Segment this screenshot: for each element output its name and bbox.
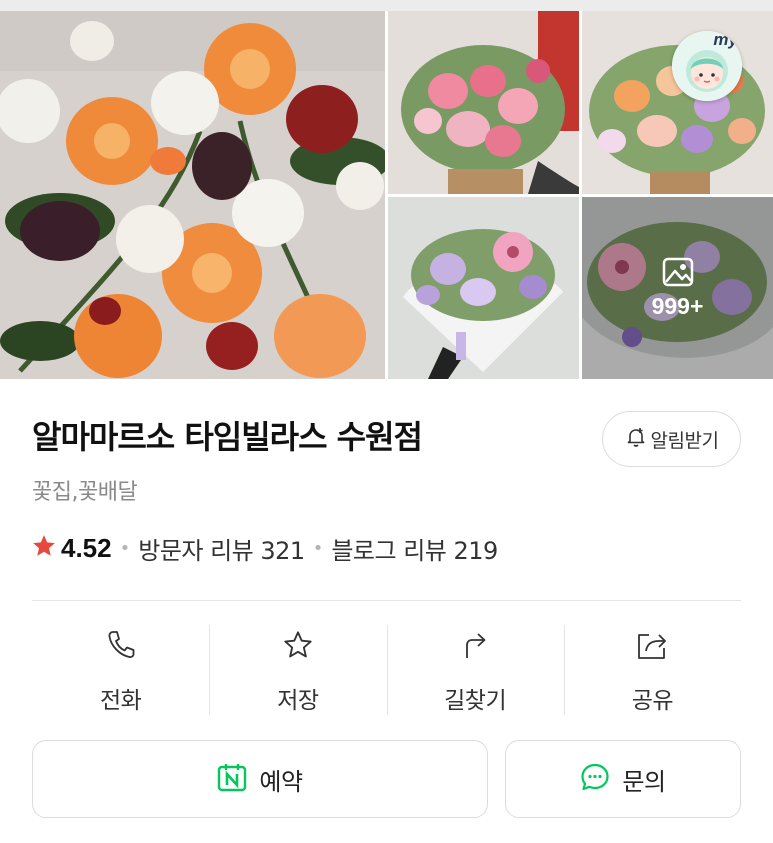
more-photos-overlay: 999+ bbox=[582, 197, 773, 379]
rating-value: 4.52 bbox=[61, 532, 112, 563]
flower-photo-image bbox=[0, 11, 385, 379]
directions-label: 길찾기 bbox=[444, 688, 507, 714]
star-icon bbox=[31, 533, 57, 563]
phone-icon bbox=[106, 629, 136, 665]
separator-dot: • bbox=[312, 537, 324, 559]
image-icon bbox=[662, 257, 694, 287]
more-photos-thumbnail[interactable]: 999+ bbox=[582, 197, 773, 379]
photo-count: 999+ bbox=[651, 292, 704, 319]
place-title: 알마마르소 타임빌라스 수원점 bbox=[32, 418, 423, 456]
directions-icon bbox=[460, 629, 490, 665]
my-label: my bbox=[713, 31, 738, 49]
main-photo[interactable] bbox=[0, 11, 385, 379]
action-bar: 전화 저장 길찾기 공유 bbox=[32, 625, 741, 715]
call-label: 전화 bbox=[99, 688, 142, 714]
photo-gallery: 999+ my bbox=[0, 11, 773, 379]
chat-bubble-icon bbox=[580, 762, 610, 796]
flower-photo-image bbox=[388, 197, 579, 379]
directions-button[interactable]: 길찾기 bbox=[386, 625, 564, 715]
photo-thumbnail[interactable] bbox=[388, 11, 579, 194]
save-label: 저장 bbox=[277, 688, 319, 714]
place-category: 꽃집,꽃배달 bbox=[32, 480, 138, 505]
blog-reviews-link[interactable]: 블로그 리뷰 219 bbox=[331, 531, 498, 566]
photo-thumbnail[interactable] bbox=[582, 11, 773, 194]
share-button[interactable]: 공유 bbox=[563, 625, 741, 715]
flower-photo-image bbox=[582, 11, 773, 194]
reserve-button[interactable]: 예약 bbox=[32, 740, 488, 818]
reserve-label: 예약 bbox=[259, 767, 303, 796]
notify-button[interactable]: 알림받기 bbox=[602, 411, 741, 467]
naver-booking-icon bbox=[217, 762, 247, 796]
save-button[interactable]: 저장 bbox=[209, 625, 386, 715]
call-button[interactable]: 전화 bbox=[32, 625, 209, 715]
inquiry-button[interactable]: 문의 bbox=[505, 740, 741, 818]
review-stats: 4.52 • 방문자 리뷰 321 • 블로그 리뷰 219 bbox=[31, 530, 498, 566]
separator-dot: • bbox=[119, 537, 131, 559]
star-outline-icon bbox=[281, 629, 315, 665]
flower-photo-image bbox=[388, 11, 579, 194]
notify-label: 알림받기 bbox=[650, 429, 719, 452]
my-profile-badge[interactable]: my bbox=[672, 31, 742, 101]
inquiry-label: 문의 bbox=[622, 767, 666, 796]
bell-plus-icon bbox=[625, 426, 647, 452]
top-bar bbox=[0, 0, 773, 11]
photo-thumbnail[interactable] bbox=[388, 197, 579, 379]
visitor-reviews-link[interactable]: 방문자 리뷰 321 bbox=[138, 531, 305, 566]
share-icon bbox=[635, 629, 669, 665]
divider bbox=[32, 600, 741, 601]
share-label: 공유 bbox=[631, 688, 674, 714]
